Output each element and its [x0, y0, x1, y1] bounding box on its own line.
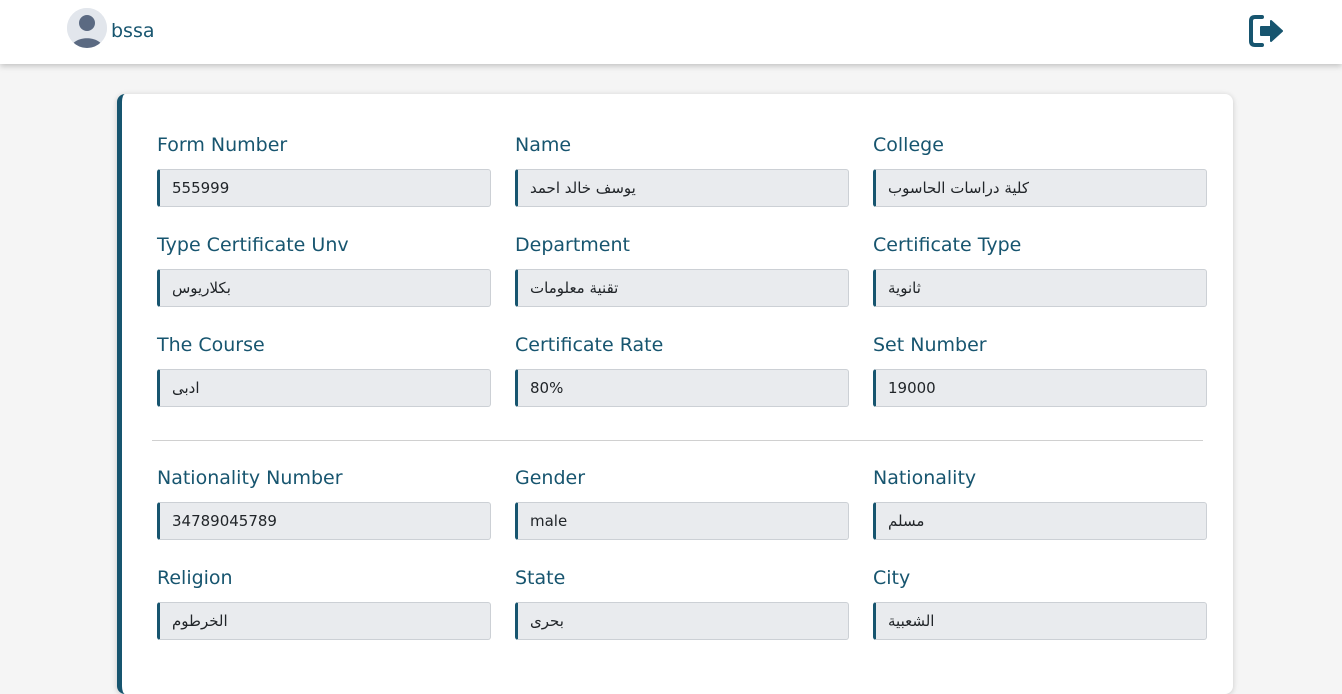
- nationality-field: Nationality مسلم: [873, 465, 1207, 540]
- the-course-label: The Course: [157, 334, 265, 356]
- the-course-field: The Course ادبى: [157, 332, 491, 407]
- department-input[interactable]: تقنية معلومات: [515, 269, 849, 307]
- form-number-label: Form Number: [157, 134, 288, 156]
- college-input[interactable]: كلية دراسات الحاسوب: [873, 169, 1207, 207]
- city-label: City: [873, 567, 911, 589]
- set-number-input[interactable]: 19000: [873, 369, 1207, 407]
- form-number-input[interactable]: 555999: [157, 169, 491, 207]
- the-course-input[interactable]: ادبى: [157, 369, 491, 407]
- nationality-number-input[interactable]: 34789045789: [157, 502, 491, 540]
- state-field: State بحرى: [515, 565, 849, 640]
- department-label: Department: [515, 234, 630, 256]
- certificate-rate-input[interactable]: 80%: [515, 369, 849, 407]
- department-field: Department تقنية معلومات: [515, 232, 849, 307]
- top-navbar: bssa: [0, 0, 1342, 64]
- section-divider: [152, 440, 1203, 441]
- set-number-field: Set Number 19000: [873, 332, 1207, 407]
- certificate-rate-label: Certificate Rate: [515, 334, 664, 356]
- form-number-field: Form Number 555999: [157, 132, 491, 207]
- student-info-card: Form Number 555999 Name يوسف خالد احمد C…: [117, 94, 1233, 694]
- gender-input[interactable]: male: [515, 502, 849, 540]
- type-certificate-unv-field: Type Certificate Unv بكلاريوس: [157, 232, 491, 307]
- gender-field: Gender male: [515, 465, 849, 540]
- college-field: College كلية دراسات الحاسوب: [873, 132, 1207, 207]
- certificate-rate-field: Certificate Rate 80%: [515, 332, 849, 407]
- religion-label: Religion: [157, 567, 233, 589]
- type-certificate-unv-label: Type Certificate Unv: [157, 234, 349, 256]
- city-input[interactable]: الشعبية: [873, 602, 1207, 640]
- user-avatar-icon[interactable]: [67, 8, 107, 48]
- nationality-number-label: Nationality Number: [157, 467, 343, 489]
- college-label: College: [873, 134, 944, 156]
- set-number-label: Set Number: [873, 334, 987, 356]
- gender-label: Gender: [515, 467, 586, 489]
- religion-field: Religion الخرطوم: [157, 565, 491, 640]
- state-label: State: [515, 567, 566, 589]
- username: bssa: [111, 20, 155, 42]
- nationality-input[interactable]: مسلم: [873, 502, 1207, 540]
- city-field: City الشعبية: [873, 565, 1207, 640]
- name-field: Name يوسف خالد احمد: [515, 132, 849, 207]
- nationality-label: Nationality: [873, 467, 977, 489]
- name-label: Name: [515, 134, 572, 156]
- nationality-number-field: Nationality Number 34789045789: [157, 465, 491, 540]
- certificate-type-input[interactable]: ثانوية: [873, 269, 1207, 307]
- state-input[interactable]: بحرى: [515, 602, 849, 640]
- religion-input[interactable]: الخرطوم: [157, 602, 491, 640]
- certificate-type-field: Certificate Type ثانوية: [873, 232, 1207, 307]
- logout-icon[interactable]: [1248, 13, 1286, 49]
- type-certificate-unv-input[interactable]: بكلاريوس: [157, 269, 491, 307]
- certificate-type-label: Certificate Type: [873, 234, 1022, 256]
- name-input[interactable]: يوسف خالد احمد: [515, 169, 849, 207]
